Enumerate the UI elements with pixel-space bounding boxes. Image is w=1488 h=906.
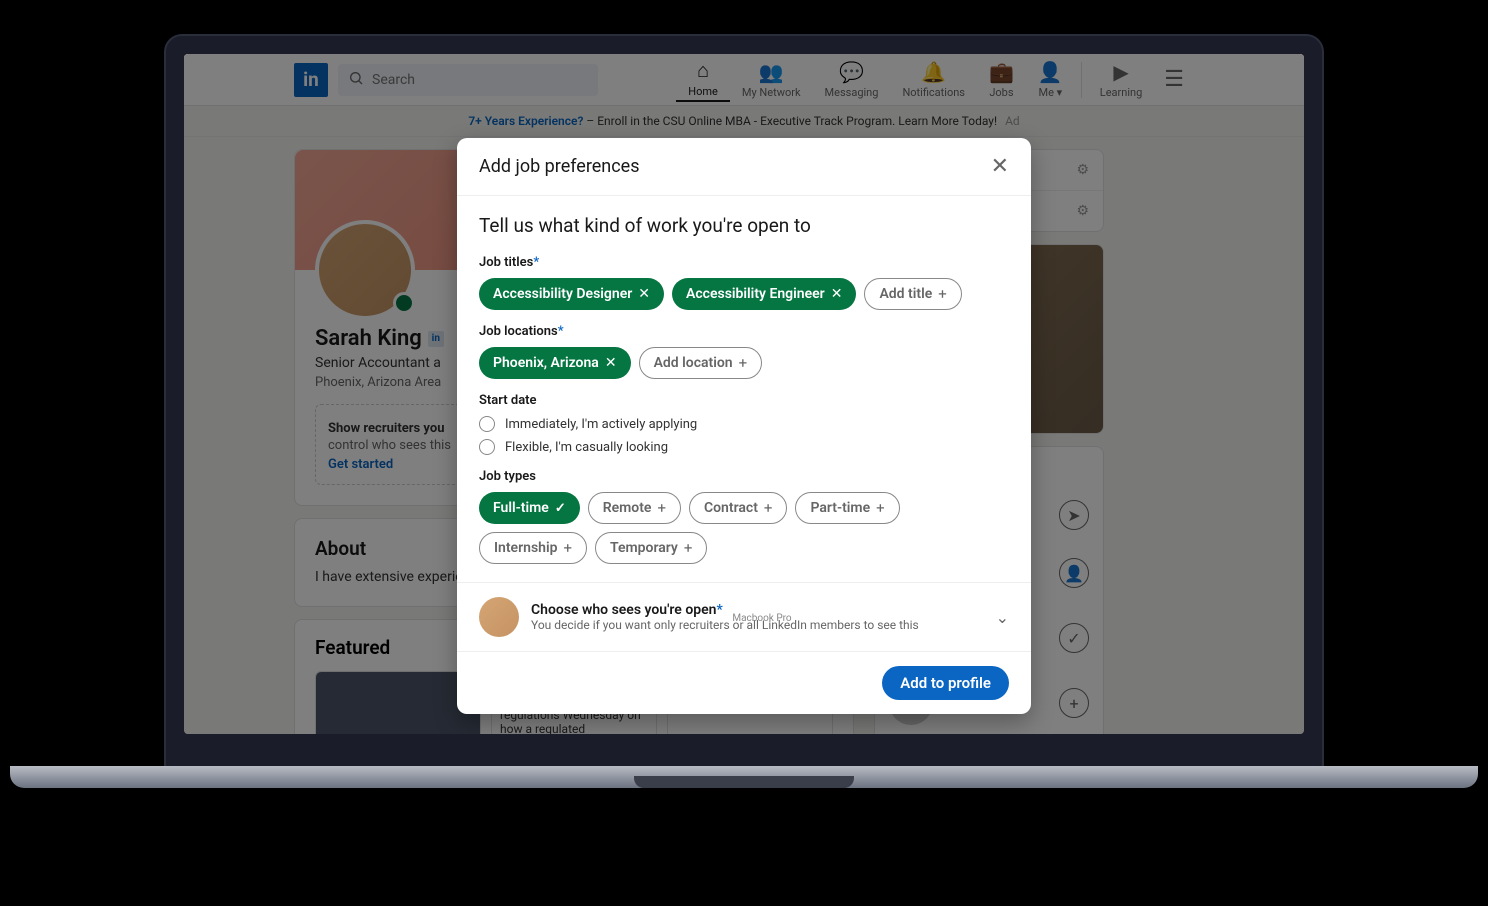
job-preferences-modal: Add job preferences ✕ Tell us what kind … <box>457 138 1031 714</box>
job-titles-chips: Accessibility Designer✕ Accessibility En… <box>479 278 1009 310</box>
job-locations-chips: Phoenix, Arizona✕ Add location+ <box>479 347 1009 379</box>
job-type-parttime[interactable]: Part-time+ <box>795 492 899 524</box>
start-date-option-immediately[interactable]: Immediately, I'm actively applying <box>479 416 1009 432</box>
close-icon: ✕ <box>991 154 1009 179</box>
close-button[interactable]: ✕ <box>991 154 1009 179</box>
plus-icon: + <box>563 539 572 557</box>
modal-header: Add job preferences ✕ <box>457 138 1031 196</box>
add-location-button[interactable]: Add location+ <box>639 347 763 379</box>
check-icon: ✓ <box>555 501 566 516</box>
start-date-label: Start date <box>479 393 1009 408</box>
laptop-notch <box>634 776 854 788</box>
screen: in ⌂Home 👥My Network 💬Messaging 🔔Notific… <box>184 54 1304 734</box>
laptop-frame: in ⌂Home 👥My Network 💬Messaging 🔔Notific… <box>164 34 1324 774</box>
start-date-option-flexible[interactable]: Flexible, I'm casually looking <box>479 439 1009 455</box>
plus-icon: + <box>739 354 748 372</box>
radio-icon <box>479 439 495 455</box>
remove-icon[interactable]: ✕ <box>638 286 650 302</box>
radio-icon <box>479 416 495 432</box>
modal-overlay: Add job preferences ✕ Tell us what kind … <box>184 54 1304 734</box>
add-title-button[interactable]: Add title+ <box>864 278 961 310</box>
plus-icon: + <box>876 499 885 517</box>
job-location-chip[interactable]: Phoenix, Arizona✕ <box>479 347 631 379</box>
remove-icon[interactable]: ✕ <box>831 286 843 302</box>
modal-title: Add job preferences <box>479 156 640 177</box>
job-type-internship[interactable]: Internship+ <box>479 532 587 564</box>
job-locations-label: Job locations* <box>479 324 1009 339</box>
job-titles-label: Job titles* <box>479 255 1009 270</box>
remove-icon[interactable]: ✕ <box>605 355 617 371</box>
plus-icon: + <box>684 539 693 557</box>
job-type-temporary[interactable]: Temporary+ <box>595 532 707 564</box>
job-title-chip[interactable]: Accessibility Designer✕ <box>479 278 664 310</box>
modal-footer: Add to profile <box>457 651 1031 714</box>
plus-icon: + <box>657 499 666 517</box>
job-type-remote[interactable]: Remote+ <box>588 492 681 524</box>
laptop-label: Macbook Pro <box>184 613 1340 624</box>
plus-icon: + <box>938 285 947 303</box>
plus-icon: + <box>764 499 773 517</box>
job-type-fulltime[interactable]: Full-time✓ <box>479 492 580 524</box>
job-type-contract[interactable]: Contract+ <box>689 492 787 524</box>
job-types-chips: Full-time✓ Remote+ Contract+ Part-time+ … <box>479 492 1009 564</box>
modal-body: Tell us what kind of work you're open to… <box>457 196 1031 582</box>
modal-subtitle: Tell us what kind of work you're open to <box>479 214 1009 237</box>
job-title-chip[interactable]: Accessibility Engineer✕ <box>672 278 856 310</box>
add-to-profile-button[interactable]: Add to profile <box>882 666 1009 700</box>
job-types-label: Job types <box>479 469 1009 484</box>
